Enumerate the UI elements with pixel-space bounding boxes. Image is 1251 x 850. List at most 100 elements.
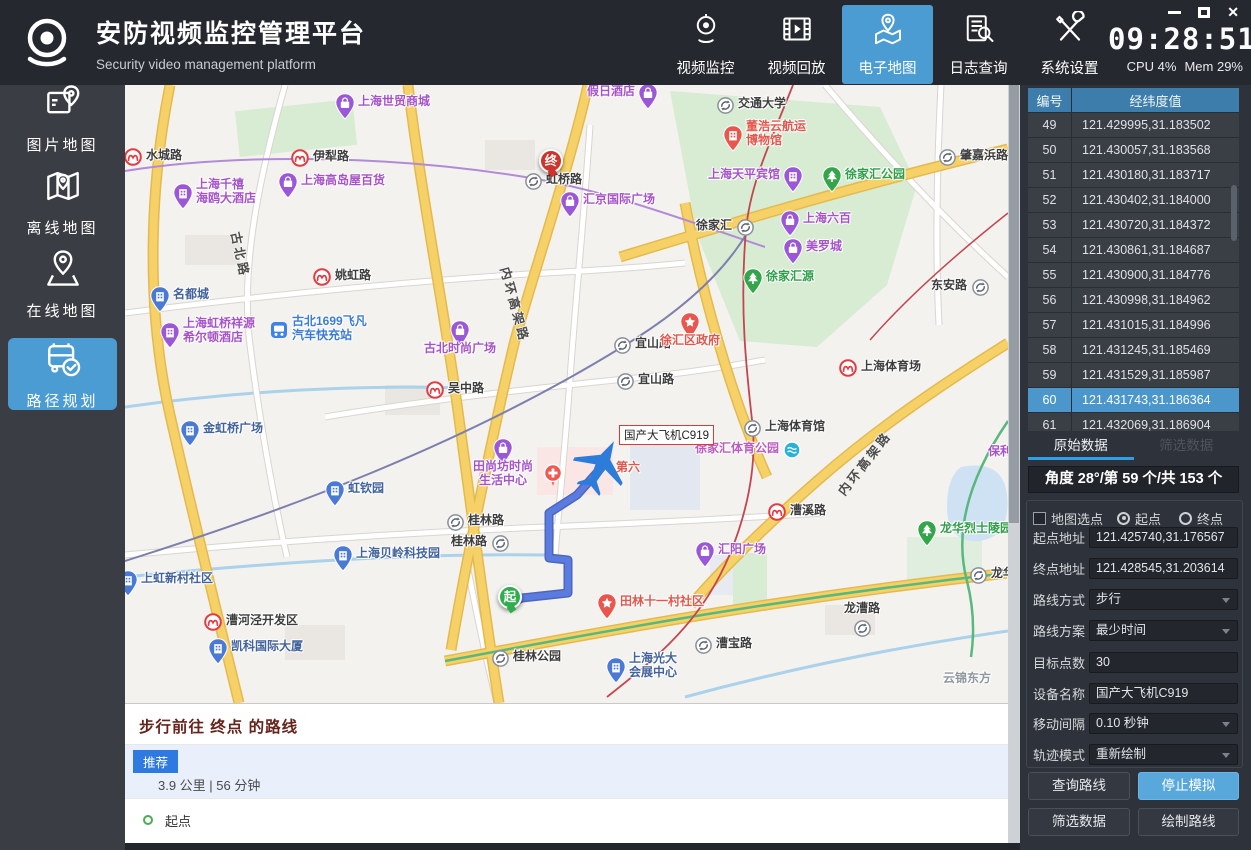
查询路线-button[interactable]: 查询路线 — [1028, 772, 1130, 800]
transit-roundel-icon — [854, 620, 871, 642]
metro-station-icon — [768, 503, 786, 526]
end-radio[interactable] — [1179, 512, 1192, 525]
page-title: 安防视频监控管理平台 — [96, 14, 366, 50]
table-row[interactable]: 52121.430402,31.184000 — [1028, 188, 1239, 213]
table-row[interactable]: 57121.431015,31.184996 — [1028, 313, 1239, 338]
playback-icon — [779, 11, 815, 52]
cell-coords: 121.430057,31.183568 — [1072, 138, 1239, 162]
table-row[interactable]: 59121.431529,31.185987 — [1028, 363, 1239, 388]
sidebar-item-在线地图[interactable]: 在线地图 — [8, 248, 117, 320]
map-poi-label: 上海虹桥祥源希尔顿酒店 — [183, 317, 255, 345]
nav-item-视频回放[interactable]: 视频回放 — [751, 0, 842, 85]
table-row[interactable]: 54121.430861,31.184687 — [1028, 238, 1239, 263]
input-起点地址[interactable]: 121.425740,31.176567 — [1089, 527, 1238, 548]
dropdown-轨迹模式[interactable]: 重新绘制 — [1089, 744, 1238, 765]
绘制路线-button[interactable]: 绘制路线 — [1138, 808, 1239, 836]
map-poi-label: 桂林路 — [468, 514, 504, 528]
cell-coords: 121.430900,31.184776 — [1072, 263, 1239, 287]
route-recommended-row[interactable]: 推荐 3.9 公里 | 56 分钟 — [125, 745, 1008, 798]
map-poi-label: 汇阳广场 — [718, 543, 766, 557]
webcam-icon — [688, 11, 724, 52]
transit-roundel-icon — [970, 567, 987, 589]
dropdown-移动间隔[interactable]: 0.10 秒钟 — [1089, 713, 1238, 734]
input-设备名称[interactable]: 国产大飞机C919 — [1089, 683, 1238, 704]
table-row[interactable]: 55121.430900,31.184776 — [1028, 263, 1239, 288]
form-row: 轨迹模式重新绘制 — [1033, 744, 1238, 765]
metro-station-icon — [426, 381, 444, 404]
map-canvas[interactable]: 上海世贸商城假日酒店交通大学董浩云航运博物馆水城路伊犁路上海高岛屋百货虹桥路肇嘉… — [125, 85, 1008, 703]
transit-roundel-icon — [492, 535, 509, 557]
map-poi-label: 上海六百 — [803, 212, 851, 226]
map-poi-label: 名都城 — [173, 288, 209, 302]
cell-coords: 121.429995,31.183502 — [1072, 113, 1239, 137]
form-row: 路线方案最少时间 — [1033, 620, 1238, 641]
table-row[interactable]: 61121.432069,31.186904 — [1028, 413, 1239, 431]
sidebar-item-图片地图[interactable]: 图片地图 — [8, 82, 117, 154]
close-icon[interactable]: ✕ — [1227, 5, 1239, 19]
maximize-icon[interactable] — [1198, 7, 1210, 18]
table-row[interactable]: 50121.430057,31.183568 — [1028, 138, 1239, 163]
form-row: 移动间隔0.10 秒钟 — [1033, 713, 1238, 734]
input-目标点数[interactable]: 30 — [1089, 652, 1238, 673]
table-row[interactable]: 60121.431743,31.186364 — [1028, 388, 1239, 413]
map-poi-label: 桂林公园 — [513, 650, 561, 664]
筛选数据-button[interactable]: 筛选数据 — [1028, 808, 1130, 836]
map-poi-label: 吴中路 — [448, 382, 484, 396]
cell-id: 57 — [1028, 313, 1072, 337]
nav-item-日志查询[interactable]: 日志查询 — [933, 0, 1024, 85]
nav-item-电子地图[interactable]: 电子地图 — [842, 0, 933, 85]
map-poi-label: 董浩云航运博物馆 — [746, 120, 806, 148]
route-result-panel: 步行前往 终点 的路线 推荐 3.9 公里 | 56 分钟 起点 — [125, 703, 1008, 843]
map-poi-label: 上海贝岭科技园 — [356, 547, 440, 561]
nav-item-视频监控[interactable]: 视频监控 — [660, 0, 751, 85]
mem-usage: Mem 29% — [1184, 59, 1243, 74]
poi-pin-icon — [150, 286, 170, 318]
map-poi-label: 上海高岛屋百货 — [301, 174, 385, 188]
cell-coords: 121.431245,31.185469 — [1072, 338, 1239, 362]
停止模拟-button[interactable]: 停止模拟 — [1138, 772, 1239, 800]
table-header-row: 编号经纬度值 — [1028, 88, 1239, 113]
map-pick-checkbox[interactable] — [1033, 512, 1046, 525]
transit-roundel-icon — [972, 279, 989, 301]
map-scrollbar[interactable] — [1008, 85, 1020, 843]
route-plan-icon — [41, 337, 85, 386]
map-scrollbar-thumb[interactable] — [1009, 85, 1019, 523]
tab-筛选数据[interactable]: 筛选数据 — [1134, 434, 1240, 460]
cell-id: 58 — [1028, 338, 1072, 362]
poi-pin-icon — [125, 570, 138, 602]
sidebar-item-离线地图[interactable]: 离线地图 — [8, 165, 117, 237]
sidebar-item-路径规划[interactable]: 路径规划 — [8, 338, 117, 410]
cell-coords: 121.430861,31.184687 — [1072, 238, 1239, 262]
poi-pin-icon — [783, 238, 803, 270]
map-poi-label: 徐家汇公园 — [845, 168, 905, 182]
cell-id: 54 — [1028, 238, 1072, 262]
route-start-marker[interactable]: 起 — [498, 585, 522, 609]
table-row[interactable]: 53121.430720,31.184372 — [1028, 213, 1239, 238]
map-poi-label: 龙漕路 — [802, 602, 922, 616]
table-row[interactable]: 56121.430998,31.184962 — [1028, 288, 1239, 313]
metro-station-icon — [313, 268, 331, 291]
dropdown-路线方式[interactable]: 步行 — [1089, 589, 1238, 610]
table-row[interactable]: 49121.429995,31.183502 — [1028, 113, 1239, 138]
route-summary: 3.9 公里 | 56 分钟 — [158, 775, 260, 794]
map-poi-label: 假日酒店 — [587, 85, 635, 99]
route-step-row[interactable]: 起点 — [125, 798, 1008, 844]
input-终点地址[interactable]: 121.428545,31.203614 — [1089, 558, 1238, 579]
map-poi-label: 漕河泾开发区 — [226, 614, 298, 628]
poi-pin-icon — [333, 545, 353, 577]
table-scrollbar-thumb[interactable] — [1231, 185, 1237, 241]
tab-原始数据[interactable]: 原始数据 — [1028, 434, 1134, 460]
map-pin-icon — [870, 11, 906, 52]
poi-pin-icon — [270, 321, 288, 344]
system-stats: CPU 4%Mem 29% — [1108, 59, 1243, 74]
table-row[interactable]: 51121.430180,31.183717 — [1028, 163, 1239, 188]
field-label: 起点地址 — [1033, 528, 1089, 547]
metro-station-icon — [204, 613, 222, 636]
table-row[interactable]: 58121.431245,31.185469 — [1028, 338, 1239, 363]
nav-item-系统设置[interactable]: 系统设置 — [1024, 0, 1115, 85]
coords-table[interactable]: 编号经纬度值49121.429995,31.18350250121.430057… — [1028, 88, 1239, 431]
route-end-marker[interactable]: 终 — [539, 149, 563, 173]
dropdown-路线方案[interactable]: 最少时间 — [1089, 620, 1238, 641]
minimize-icon[interactable] — [1168, 11, 1181, 14]
start-radio[interactable] — [1117, 512, 1130, 525]
